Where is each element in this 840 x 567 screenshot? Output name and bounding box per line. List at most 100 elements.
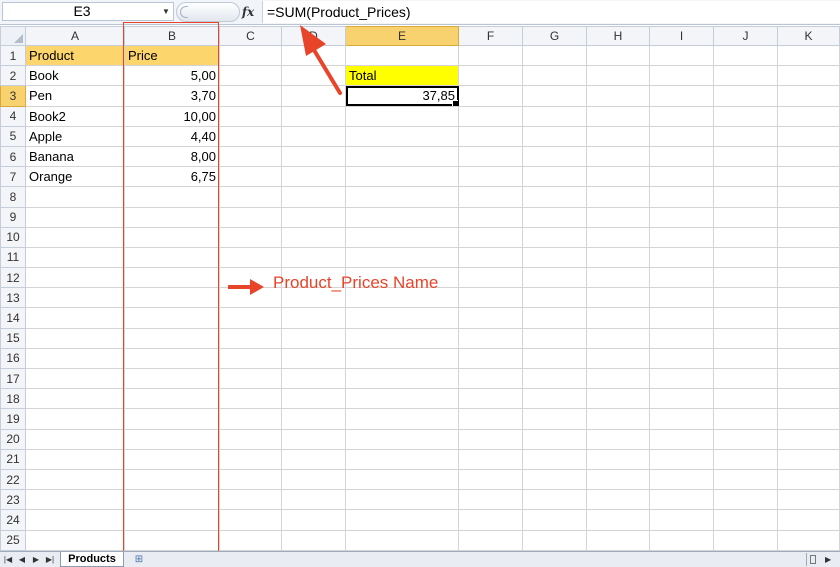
cell-k16[interactable] (777, 347, 840, 370)
cell-b7[interactable]: 6,75 (124, 166, 220, 188)
cell-a19[interactable] (25, 408, 125, 430)
cell-f25[interactable] (458, 529, 523, 551)
cell-c23[interactable] (219, 489, 282, 511)
cell-k9[interactable] (777, 206, 840, 228)
cell-c7[interactable] (219, 166, 282, 188)
name-box[interactable]: E3 ▼ (2, 2, 174, 21)
cell-e19[interactable] (345, 408, 459, 430)
formula-input[interactable]: =SUM(Product_Prices) (262, 1, 840, 23)
cell-a10[interactable] (25, 226, 125, 248)
cell-d3[interactable] (281, 85, 346, 107)
cell-k25[interactable] (777, 529, 840, 551)
cell-i11[interactable] (649, 246, 714, 269)
cell-k6[interactable] (777, 145, 840, 168)
cell-e25[interactable] (345, 529, 459, 551)
select-all-corner[interactable] (0, 26, 26, 46)
cell-i21[interactable] (649, 448, 714, 470)
cell-a24[interactable] (25, 509, 125, 531)
cell-g20[interactable] (522, 428, 587, 450)
cell-i17[interactable] (649, 367, 714, 390)
cell-i12[interactable] (649, 267, 714, 289)
cell-a18[interactable] (25, 388, 125, 410)
cell-e24[interactable] (345, 509, 459, 531)
cell-d21[interactable] (281, 448, 346, 470)
cell-j21[interactable] (713, 448, 778, 470)
cell-h8[interactable] (586, 186, 650, 208)
cell-a13[interactable] (25, 287, 125, 309)
cell-e16[interactable] (345, 347, 459, 370)
cell-h22[interactable] (586, 468, 650, 491)
cell-c21[interactable] (219, 448, 282, 470)
row-header-2[interactable]: 2 (0, 65, 26, 87)
cell-h19[interactable] (586, 408, 650, 430)
cell-a6[interactable]: Banana (25, 145, 125, 168)
cell-j9[interactable] (713, 206, 778, 228)
cell-k13[interactable] (777, 287, 840, 309)
cell-k3[interactable] (777, 85, 840, 107)
cell-e15[interactable] (345, 327, 459, 349)
cell-i5[interactable] (649, 125, 714, 147)
cell-d9[interactable] (281, 206, 346, 228)
row-header-16[interactable]: 16 (0, 347, 26, 370)
cell-d17[interactable] (281, 367, 346, 390)
cell-i8[interactable] (649, 186, 714, 208)
cell-f17[interactable] (458, 367, 523, 390)
cell-i20[interactable] (649, 428, 714, 450)
cell-d2[interactable] (281, 65, 346, 87)
cell-d15[interactable] (281, 327, 346, 349)
row-header-4[interactable]: 4 (0, 105, 26, 127)
row-header-9[interactable]: 9 (0, 206, 26, 228)
cell-h7[interactable] (586, 166, 650, 188)
cell-e23[interactable] (345, 489, 459, 511)
cell-b23[interactable] (124, 489, 220, 511)
cell-k23[interactable] (777, 489, 840, 511)
cell-h11[interactable] (586, 246, 650, 269)
cell-b8[interactable] (124, 186, 220, 208)
cell-k14[interactable] (777, 307, 840, 329)
column-header-b[interactable]: B (124, 26, 220, 46)
cell-b1[interactable]: Price (124, 44, 220, 67)
column-header-h[interactable]: H (586, 26, 650, 46)
cell-h1[interactable] (586, 44, 650, 67)
cell-k24[interactable] (777, 509, 840, 531)
cell-b22[interactable] (124, 468, 220, 491)
row-header-21[interactable]: 21 (0, 448, 26, 470)
cell-k12[interactable] (777, 267, 840, 289)
cell-f7[interactable] (458, 166, 523, 188)
cell-d1[interactable] (281, 44, 346, 67)
cell-k19[interactable] (777, 408, 840, 430)
cell-c1[interactable] (219, 44, 282, 67)
cell-i4[interactable] (649, 105, 714, 127)
cell-b5[interactable]: 4,40 (124, 125, 220, 147)
last-sheet-icon[interactable]: ▶| (44, 552, 56, 567)
cell-c25[interactable] (219, 529, 282, 551)
cell-f15[interactable] (458, 327, 523, 349)
cell-d24[interactable] (281, 509, 346, 531)
cell-f8[interactable] (458, 186, 523, 208)
cell-j20[interactable] (713, 428, 778, 450)
cell-d6[interactable] (281, 145, 346, 168)
cell-j1[interactable] (713, 44, 778, 67)
cell-c5[interactable] (219, 125, 282, 147)
cell-a2[interactable]: Book (25, 65, 125, 87)
cell-j4[interactable] (713, 105, 778, 127)
cell-i25[interactable] (649, 529, 714, 551)
row-header-10[interactable]: 10 (0, 226, 26, 248)
column-header-i[interactable]: I (649, 26, 714, 46)
column-header-e[interactable]: E (345, 26, 459, 46)
cell-f11[interactable] (458, 246, 523, 269)
cell-e2[interactable]: Total (345, 65, 459, 87)
cell-a25[interactable] (25, 529, 125, 551)
cell-f9[interactable] (458, 206, 523, 228)
cell-i19[interactable] (649, 408, 714, 430)
cell-j8[interactable] (713, 186, 778, 208)
cell-g22[interactable] (522, 468, 587, 491)
cell-f20[interactable] (458, 428, 523, 450)
cell-j15[interactable] (713, 327, 778, 349)
cell-b13[interactable] (124, 287, 220, 309)
cell-k20[interactable] (777, 428, 840, 450)
cell-h16[interactable] (586, 347, 650, 370)
cell-e8[interactable] (345, 186, 459, 208)
cell-a7[interactable]: Orange (25, 166, 125, 188)
cell-f12[interactable] (458, 267, 523, 289)
